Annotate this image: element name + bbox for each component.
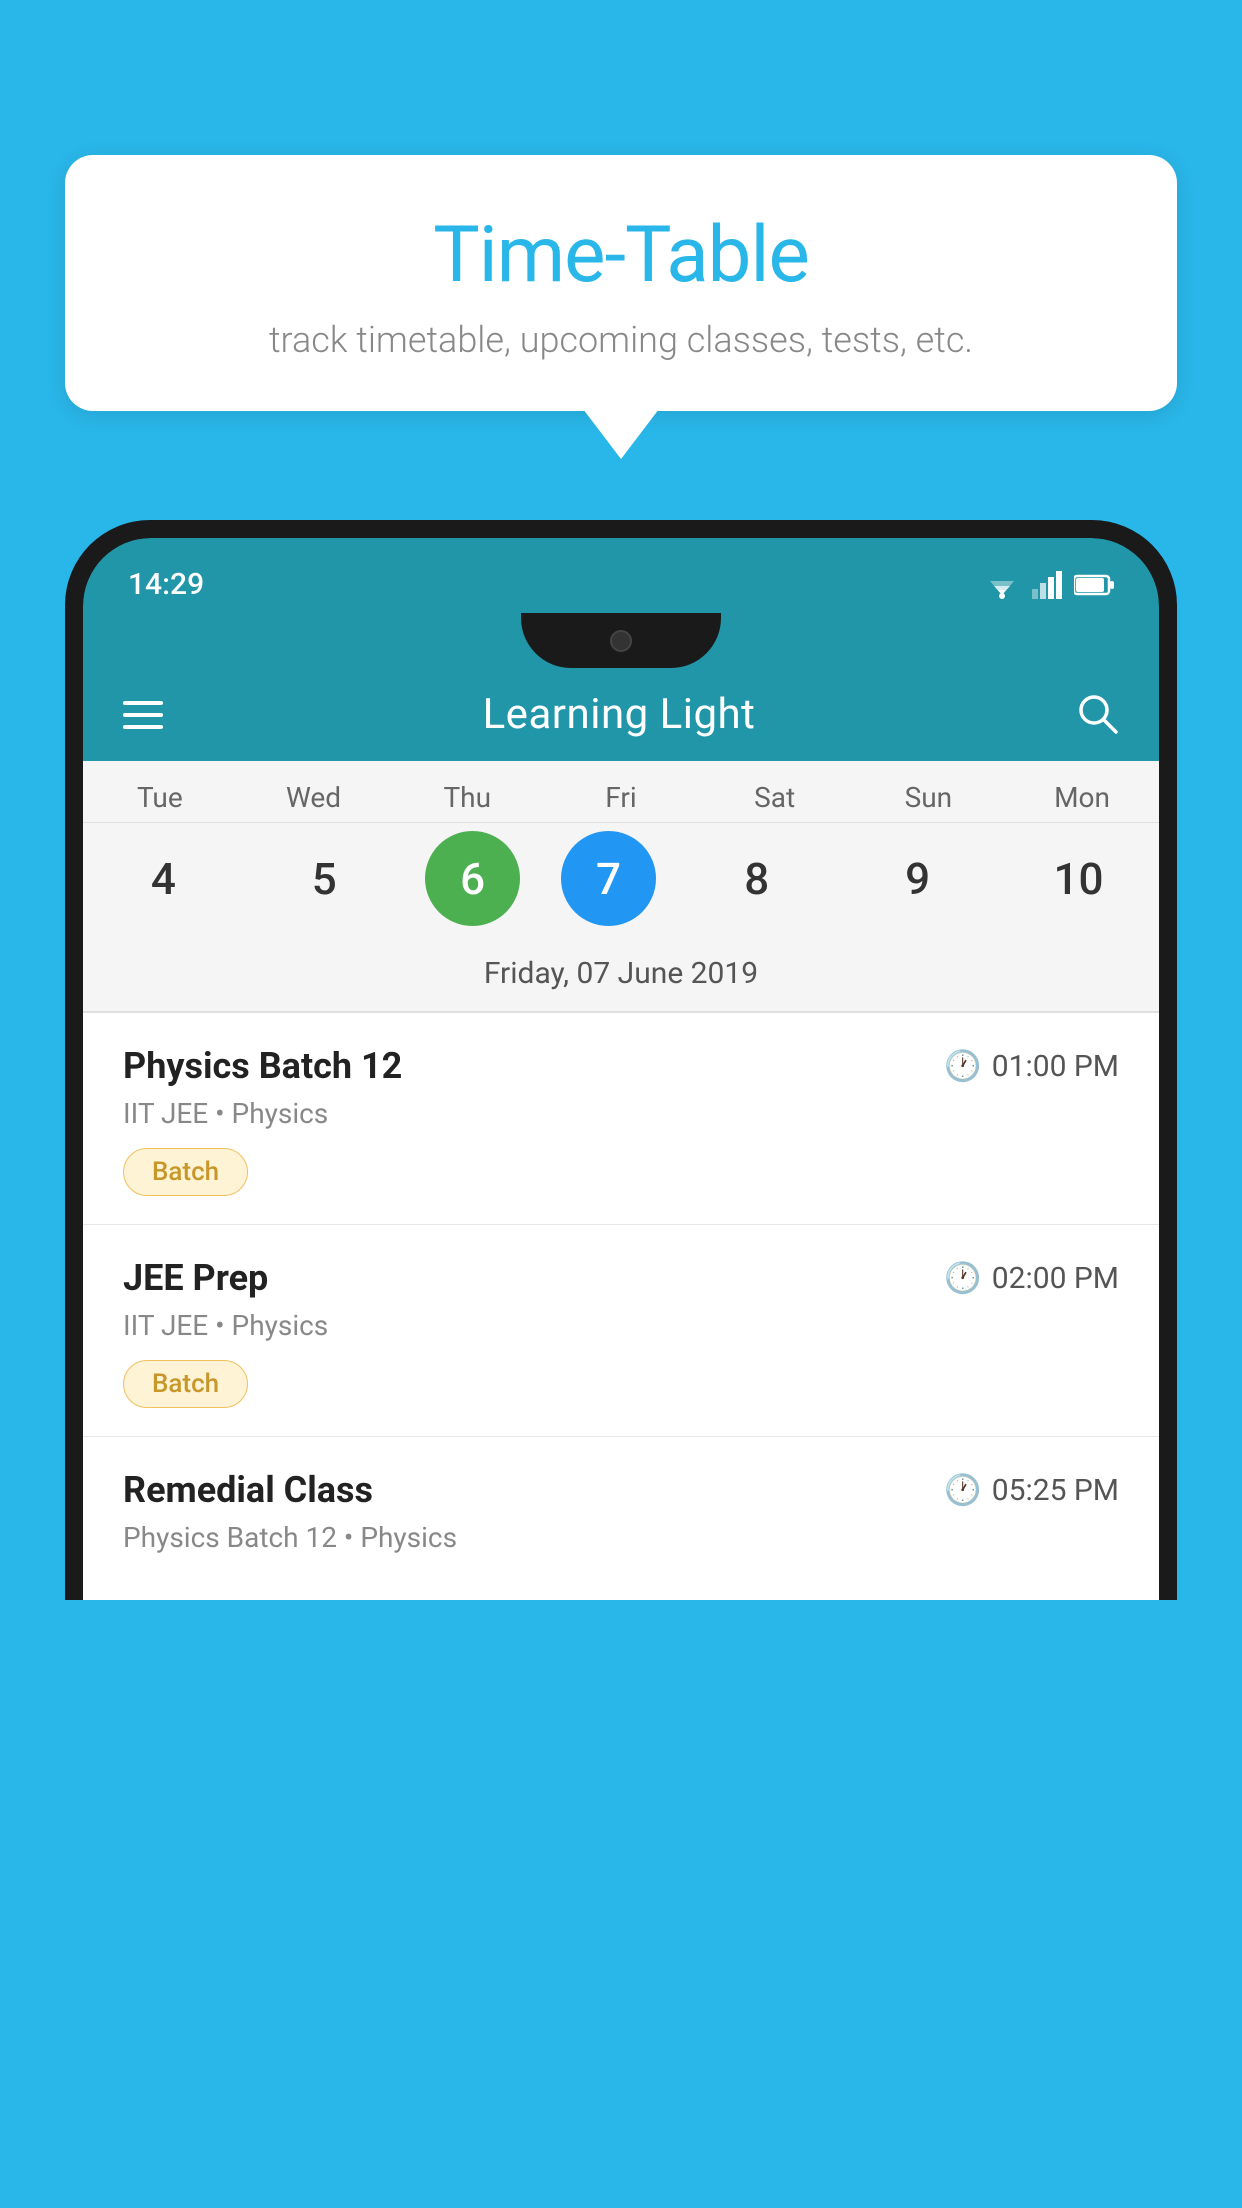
time-value-1: 01:00 PM [992,1049,1119,1084]
day-fri: Fri [561,781,681,814]
clock-icon-1: 🕐 [944,1049,981,1084]
phone-outer: 14:29 [65,520,1177,1600]
calendar-dates-row: 4 5 6 7 8 9 10 [83,823,1159,946]
date-5[interactable]: 5 [264,831,384,926]
bubble-subtitle: track timetable, upcoming classes, tests… [125,319,1117,361]
schedule-item-3-top: Remedial Class 🕐 05:25 PM [123,1469,1119,1511]
signal-icon [1032,571,1062,599]
day-mon: Mon [1022,781,1142,814]
wifi-icon [984,571,1020,599]
day-wed: Wed [254,781,374,814]
speech-bubble: Time-Table track timetable, upcoming cla… [65,155,1177,411]
schedule-item-1[interactable]: Physics Batch 12 🕐 01:00 PM IIT JEE • Ph… [83,1013,1159,1225]
app-header: Learning Light [83,668,1159,761]
calendar-days-header: Tue Wed Thu Fri Sat Sun Mon [83,761,1159,823]
schedule-item-3[interactable]: Remedial Class 🕐 05:25 PM Physics Batch … [83,1437,1159,1600]
camera [610,630,632,652]
selected-date-label: Friday, 07 June 2019 [83,946,1159,1013]
battery-icon [1074,573,1114,597]
batch-badge-1: Batch [123,1148,248,1196]
day-sun: Sun [868,781,988,814]
bubble-title: Time-Table [125,210,1117,301]
schedule-meta-1: IIT JEE • Physics [123,1097,1119,1130]
status-bar: 14:29 [83,538,1159,613]
date-4[interactable]: 4 [103,831,223,926]
schedule-time-2: 🕐 02:00 PM [944,1261,1119,1296]
schedule-time-1: 🕐 01:00 PM [944,1049,1119,1084]
date-8[interactable]: 8 [697,831,817,926]
schedule-name-2: JEE Prep [123,1257,268,1299]
date-10[interactable]: 10 [1018,831,1138,926]
phone-screen: 14:29 [83,538,1159,1600]
schedule-meta-2: IIT JEE • Physics [123,1309,1119,1342]
schedule-item-2[interactable]: JEE Prep 🕐 02:00 PM IIT JEE • Physics Ba… [83,1225,1159,1437]
schedule-list: Physics Batch 12 🕐 01:00 PM IIT JEE • Ph… [83,1013,1159,1600]
schedule-name-3: Remedial Class [123,1469,373,1511]
date-7-selected[interactable]: 7 [561,831,656,926]
status-icons [984,571,1114,599]
schedule-item-2-top: JEE Prep 🕐 02:00 PM [123,1257,1119,1299]
notch-area [83,613,1159,668]
clock-icon-3: 🕐 [944,1473,981,1508]
search-button[interactable] [1075,691,1119,739]
schedule-meta-3: Physics Batch 12 • Physics [123,1521,1119,1554]
schedule-item-1-top: Physics Batch 12 🕐 01:00 PM [123,1045,1119,1087]
day-thu: Thu [407,781,527,814]
day-sat: Sat [715,781,835,814]
clock-icon-2: 🕐 [944,1261,981,1296]
date-9[interactable]: 9 [858,831,978,926]
day-tue: Tue [100,781,220,814]
schedule-name-1: Physics Batch 12 [123,1045,402,1087]
date-6-today[interactable]: 6 [425,831,520,926]
schedule-time-3: 🕐 05:25 PM [944,1473,1119,1508]
phone-container: 14:29 [65,520,1177,2208]
menu-icon[interactable] [123,701,163,729]
batch-badge-2: Batch [123,1360,248,1408]
app-title: Learning Light [483,690,756,739]
time-value-3: 05:25 PM [992,1473,1119,1508]
time-value-2: 02:00 PM [992,1261,1119,1296]
status-time: 14:29 [128,567,204,602]
notch [521,613,721,668]
